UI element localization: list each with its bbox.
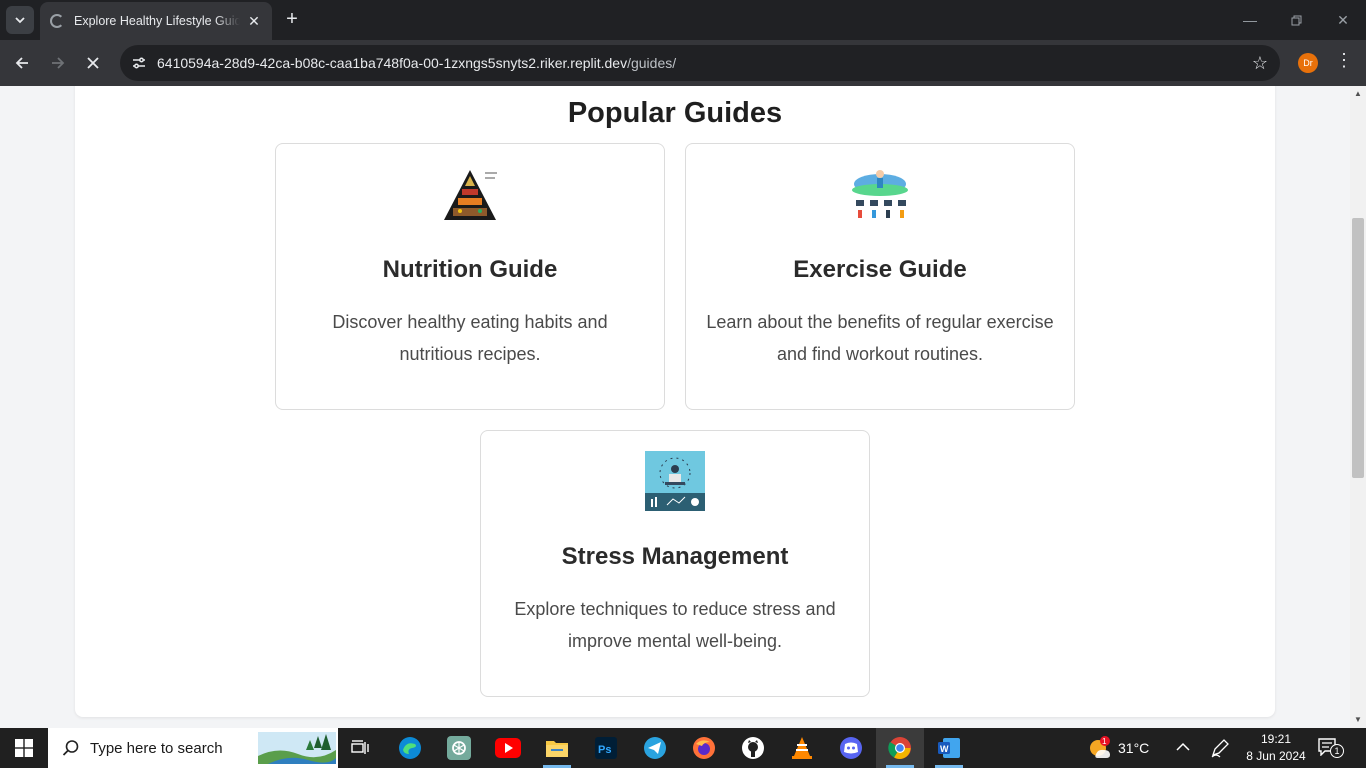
address-bar[interactable]: 6410594a-28d9-42ca-b08c-caa1ba748f0a-00-… [120, 45, 1280, 81]
page-scrollbar[interactable]: ▲ ▼ [1350, 86, 1366, 728]
page-viewport: Popular Guides Nutrition Guide Discover … [0, 86, 1350, 728]
guide-title: Exercise Guide [793, 256, 967, 283]
chrome-app[interactable] [876, 728, 924, 768]
chrome-icon [888, 737, 911, 759]
site-settings-icon[interactable] [130, 54, 148, 72]
bookmark-star-icon[interactable]: ☆ [1252, 53, 1268, 74]
new-tab-button[interactable]: + [280, 8, 304, 32]
taskbar-search-box[interactable]: Type here to search [48, 728, 338, 768]
guides-section: Popular Guides Nutrition Guide Discover … [75, 86, 1275, 717]
search-highlight-landscape-icon [258, 732, 336, 764]
weather-temp[interactable]: 31°C [1118, 740, 1149, 756]
guide-card-exercise[interactable]: Exercise Guide Learn about the benefits … [685, 143, 1075, 410]
guide-description: Discover healthy eating habits and nutri… [332, 312, 608, 364]
youtube-icon [495, 738, 521, 758]
github-app[interactable] [729, 728, 777, 768]
windows-taskbar: Type here to search Ps W 1 31°C 19:21 8 … [0, 728, 1366, 768]
browser-titlebar: Explore Healthy Lifestyle Guides ✕ + — ✕ [0, 0, 1366, 40]
edge-icon [399, 737, 421, 759]
chevron-down-icon [15, 17, 25, 24]
exercise-illustration-image [850, 164, 910, 224]
guide-card-stress[interactable]: Stress Management Explore techniques to … [480, 430, 870, 697]
close-tab-icon[interactable]: ✕ [246, 13, 262, 30]
stop-loading-icon[interactable] [80, 50, 106, 76]
windows-logo-icon [15, 739, 33, 757]
scroll-down-arrow-icon[interactable]: ▼ [1350, 712, 1366, 728]
taskbar-clock[interactable]: 19:21 8 Jun 2024 [1240, 731, 1312, 765]
url-text[interactable]: 6410594a-28d9-42ca-b08c-caa1ba748f0a-00-… [157, 55, 676, 71]
section-title: Popular Guides [567, 97, 783, 129]
task-view-button[interactable] [336, 728, 384, 768]
pen-icon[interactable] [1210, 738, 1230, 758]
task-view-icon [351, 740, 369, 754]
tab-title: Explore Healthy Lifestyle Guides [74, 14, 240, 28]
url-host: 6410594a-28d9-42ca-b08c-caa1ba748f0a-00-… [157, 55, 628, 71]
guide-card-nutrition[interactable]: Nutrition Guide Discover healthy eating … [275, 143, 665, 410]
vlc-app[interactable] [778, 728, 826, 768]
telegram-icon [644, 737, 666, 759]
svg-text:Ps: Ps [598, 744, 611, 756]
discord-app[interactable] [827, 728, 875, 768]
scroll-thumb[interactable] [1352, 218, 1364, 478]
food-pyramid-image [440, 164, 500, 224]
notification-count: 1 [1330, 744, 1344, 758]
back-arrow-icon[interactable] [9, 50, 35, 76]
browser-tab-active[interactable]: Explore Healthy Lifestyle Guides ✕ [40, 2, 272, 40]
chatgpt-icon [447, 736, 471, 760]
svg-text:W: W [940, 744, 949, 754]
vlc-icon [792, 737, 812, 759]
discord-icon [840, 737, 862, 759]
guide-description: Explore techniques to reduce stress and … [514, 599, 836, 651]
firefox-icon [693, 737, 715, 759]
chevron-up-icon[interactable] [1176, 742, 1190, 752]
weather-icon[interactable] [1088, 736, 1112, 760]
scroll-up-arrow-icon[interactable]: ▲ [1350, 86, 1366, 102]
clock-date: 8 Jun 2024 [1246, 749, 1306, 763]
folder-icon [546, 741, 568, 757]
guide-title: Stress Management [561, 543, 789, 570]
word-icon: W [938, 738, 960, 758]
notification-center-button[interactable]: 1 [1318, 738, 1346, 758]
word-app[interactable]: W [925, 728, 973, 768]
url-path: /guides/ [627, 55, 677, 71]
start-button[interactable] [0, 728, 48, 768]
photoshop-app[interactable]: Ps [582, 728, 630, 768]
profile-avatar[interactable]: Dr [1298, 53, 1318, 73]
browser-toolbar: 6410594a-28d9-42ca-b08c-caa1ba748f0a-00-… [0, 40, 1366, 86]
browser-menu-icon[interactable]: ⋮ [1334, 50, 1354, 71]
stress-illustration-image [645, 451, 705, 511]
weather-badge: 1 [1102, 737, 1107, 746]
photoshop-icon: Ps [595, 737, 617, 759]
telegram-app[interactable] [631, 728, 679, 768]
minimize-window-icon[interactable]: — [1238, 8, 1262, 32]
github-icon [742, 737, 764, 759]
clock-time: 19:21 [1260, 732, 1292, 746]
forward-arrow-icon[interactable] [45, 50, 71, 76]
search-icon [62, 740, 79, 756]
edge-app[interactable] [386, 728, 434, 768]
youtube-app[interactable] [484, 728, 532, 768]
firefox-app[interactable] [680, 728, 728, 768]
restore-window-icon[interactable] [1284, 8, 1308, 32]
guide-description: Learn about the benefits of regular exer… [706, 312, 1054, 364]
file-explorer-app[interactable] [533, 728, 581, 768]
loading-spinner-icon [50, 14, 64, 28]
tab-search-button[interactable] [6, 6, 34, 34]
chatgpt-app[interactable] [435, 728, 483, 768]
guide-title: Nutrition Guide [382, 256, 558, 283]
close-window-icon[interactable]: ✕ [1331, 8, 1355, 32]
search-placeholder: Type here to search [90, 739, 223, 757]
